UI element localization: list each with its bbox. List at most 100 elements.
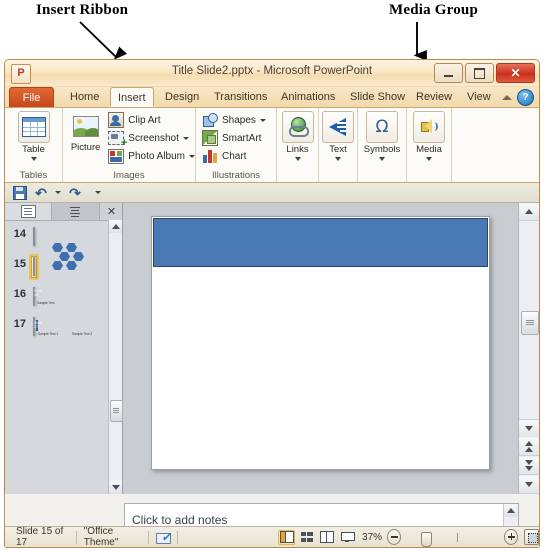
- tab-slide-show[interactable]: Slide Show: [343, 87, 412, 107]
- slide-count-label: Slide 15 of 17: [16, 526, 64, 548]
- spellcheck-icon[interactable]: ✓: [156, 531, 172, 544]
- notes-placeholder: Click to add notes: [132, 513, 228, 527]
- thumbnail-item-17[interactable]: 17 Slide 17 Sample Text 1 Sample Text 2: [5, 310, 109, 340]
- chevron-down-icon[interactable]: [189, 154, 195, 158]
- save-icon[interactable]: [13, 185, 27, 200]
- scrollbar-thumb[interactable]: [521, 311, 539, 335]
- theme-label: "Office Theme": [83, 526, 119, 548]
- zoom-out-button[interactable]: [387, 529, 402, 545]
- chart-button[interactable]: Chart: [202, 147, 266, 165]
- ribbon-right-icons: ?: [502, 89, 534, 106]
- chevron-down-icon[interactable]: [259, 118, 266, 122]
- restore-button[interactable]: [465, 63, 494, 83]
- redo-icon[interactable]: ↷: [68, 186, 82, 200]
- photo-album-icon: [108, 148, 125, 164]
- tab-outline[interactable]: [52, 203, 100, 220]
- smartart-icon: [202, 130, 218, 146]
- text-button[interactable]: Text: [319, 111, 357, 161]
- chevron-down-icon[interactable]: [335, 157, 341, 161]
- scrollbar-thumb[interactable]: [110, 400, 123, 422]
- slide-canvas-area[interactable]: [124, 203, 519, 494]
- table-button[interactable]: Table: [10, 111, 58, 161]
- thumbnail-frame: Slide 17 Sample Text 1 Sample Text 2: [29, 314, 92, 340]
- title-bar: P Title Slide2.pptx - Microsoft PowerPoi…: [5, 60, 539, 87]
- shapes-button[interactable]: Shapes: [202, 111, 266, 129]
- next-slide-button[interactable]: [519, 457, 539, 475]
- picture-button-label: Picture: [70, 142, 101, 153]
- screenshot-root: Insert Ribbon Media Group P Title Slide2…: [0, 0, 544, 551]
- clip-art-button[interactable]: Clip Art: [108, 111, 195, 129]
- tab-transitions[interactable]: Transitions: [207, 87, 274, 107]
- chevron-down-icon[interactable]: [30, 157, 37, 161]
- notes-scroll-up[interactable]: [504, 504, 517, 517]
- fit-slide-button[interactable]: [524, 529, 539, 545]
- picture-button[interactable]: Picture: [66, 111, 105, 153]
- links-button[interactable]: Links: [277, 111, 318, 161]
- scroll-up-button[interactable]: [519, 203, 539, 221]
- double-arrow-down-icon: [525, 460, 533, 471]
- screenshot-button[interactable]: + Screenshot: [108, 129, 195, 149]
- thumbnail-preview: [33, 257, 35, 276]
- tab-home[interactable]: Home: [63, 87, 106, 107]
- scroll-down-button[interactable]: [519, 419, 539, 437]
- links-icon: [281, 111, 314, 143]
- thumbnail-list[interactable]: 14 15 16 17: [5, 220, 109, 494]
- scroll-extra-button[interactable]: [519, 476, 539, 494]
- undo-icon[interactable]: ↶: [34, 186, 48, 200]
- slideshow-icon: [340, 532, 355, 542]
- minimize-icon: [444, 75, 453, 77]
- undo-dropdown-icon[interactable]: [55, 191, 61, 194]
- thumbnail-preview: Slide 16 Sample Text: [33, 287, 54, 306]
- tab-view[interactable]: View: [460, 87, 498, 107]
- slide-thumbnail-pane: ✕ 14 15 16 17: [5, 203, 123, 494]
- omega-icon: Ω: [366, 111, 398, 143]
- thumbnail-item-16[interactable]: 16 Slide 16 Sample Text: [5, 280, 109, 310]
- media-button-label: Media: [416, 144, 442, 155]
- current-slide[interactable]: [151, 216, 490, 470]
- tab-slides[interactable]: [5, 203, 52, 220]
- help-icon[interactable]: ?: [517, 89, 534, 106]
- ribbon-group-illustrations: Shapes SmartArt Chart Illustrations: [196, 108, 277, 182]
- tab-animations[interactable]: Animations: [274, 87, 342, 107]
- double-arrow-up-icon: [525, 441, 533, 452]
- thumbnail-scrollbar[interactable]: [108, 220, 123, 494]
- view-slideshow-button[interactable]: [338, 530, 355, 545]
- chevron-down-icon[interactable]: [182, 136, 189, 140]
- ribbon-group-links: Links: [277, 108, 319, 182]
- group-label-tables: Tables: [19, 170, 48, 181]
- shapes-icon: [202, 112, 218, 128]
- tab-file[interactable]: File: [9, 87, 54, 107]
- ribbon-group-symbols: Ω Symbols: [358, 108, 407, 182]
- title-placeholder[interactable]: [153, 218, 488, 267]
- thumbnail-item-14[interactable]: 14: [5, 220, 109, 270]
- view-reading-button[interactable]: [318, 530, 335, 545]
- chevron-down-icon[interactable]: [426, 157, 432, 161]
- main-vertical-scrollbar[interactable]: [518, 203, 539, 494]
- media-button[interactable]: Media: [407, 111, 451, 161]
- thumbnail-item-15[interactable]: 15: [5, 250, 109, 280]
- tab-review[interactable]: Review: [409, 87, 459, 107]
- ribbon-group-tables: Table Tables: [5, 108, 63, 182]
- triangle-up-icon: [525, 209, 533, 214]
- scroll-down-button[interactable]: [109, 481, 122, 494]
- view-normal-button[interactable]: [278, 529, 296, 545]
- zoom-in-button[interactable]: [503, 529, 519, 545]
- photo-album-button[interactable]: Photo Album: [108, 147, 195, 165]
- close-button[interactable]: ✕: [496, 63, 535, 83]
- symbols-button[interactable]: Ω Symbols: [358, 111, 406, 161]
- view-slide-sorter-button[interactable]: [298, 530, 315, 545]
- chevron-down-icon[interactable]: [294, 157, 301, 161]
- zoom-slider-knob[interactable]: [421, 532, 433, 547]
- customize-qat-icon[interactable]: [95, 191, 101, 194]
- images-small-buttons: Clip Art + Screenshot Photo Album: [105, 111, 195, 165]
- tab-insert[interactable]: Insert: [110, 87, 154, 107]
- tab-design[interactable]: Design: [158, 87, 206, 107]
- chevron-down-icon[interactable]: [379, 157, 385, 161]
- previous-slide-button[interactable]: [519, 438, 539, 456]
- smartart-button[interactable]: SmartArt: [202, 129, 266, 147]
- clip-art-label: Clip Art: [128, 114, 161, 126]
- scroll-up-button[interactable]: [109, 220, 122, 233]
- minimize-button[interactable]: [434, 63, 463, 83]
- chevron-up-icon[interactable]: [502, 95, 512, 100]
- close-pane-button[interactable]: ✕: [101, 203, 122, 220]
